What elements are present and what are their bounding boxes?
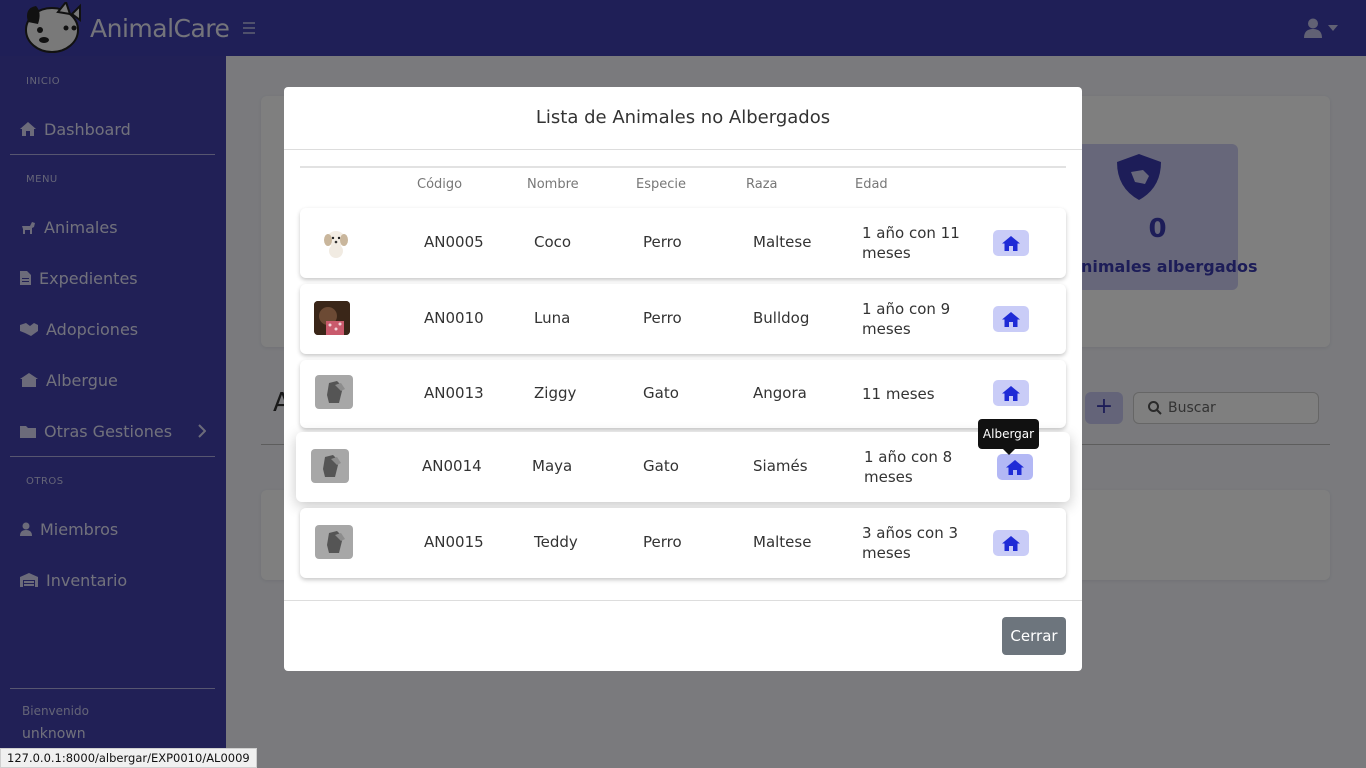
cell-edad: 1 año con 8 meses	[864, 447, 964, 487]
albergar-button[interactable]	[993, 306, 1029, 332]
table-row: AN0014 Maya Gato Siamés 1 año con 8 mese…	[296, 432, 1070, 502]
cell-edad: 1 año con 11 meses	[862, 223, 962, 263]
cell-especie: Perro	[643, 233, 682, 251]
table-head-divider	[300, 166, 1066, 168]
column-header-especie: Especie	[636, 177, 686, 192]
tooltip-arrow	[1003, 449, 1015, 455]
modal-header-divider	[284, 149, 1082, 150]
cell-raza: Siamés	[753, 457, 808, 475]
cell-edad-line1: 1 año con 9	[862, 300, 951, 318]
cell-edad-line1: 3 años con 3	[862, 524, 959, 542]
albergar-tooltip: Albergar	[978, 419, 1039, 449]
cell-codigo: AN0015	[424, 533, 484, 551]
modal-footer-divider	[284, 600, 1082, 601]
modal-title: Lista de Animales no Albergados	[535, 107, 831, 128]
cell-especie: Gato	[643, 384, 679, 402]
cell-nombre: Ziggy	[534, 384, 577, 402]
house-icon	[1002, 535, 1020, 551]
cell-edad-line2: meses	[862, 544, 911, 562]
cell-especie: Gato	[643, 457, 679, 475]
cell-codigo: AN0013	[424, 384, 484, 402]
cell-edad-line2: meses	[862, 320, 911, 338]
cell-edad: 1 año con 9 meses	[862, 299, 962, 339]
close-button[interactable]: Cerrar	[1002, 617, 1066, 655]
cell-raza: Maltese	[753, 533, 812, 551]
cell-especie: Perro	[643, 533, 682, 551]
cell-codigo: AN0010	[424, 309, 484, 327]
placeholder-pet-icon	[315, 525, 353, 559]
house-icon	[1002, 235, 1020, 251]
cell-raza: Bulldog	[753, 309, 810, 327]
cell-edad-line2: meses	[864, 468, 913, 486]
house-icon	[1002, 385, 1020, 401]
cell-nombre: Maya	[532, 457, 573, 475]
column-header-codigo: Código	[417, 177, 463, 192]
cell-edad-line2: meses	[862, 244, 911, 262]
table-row: AN0005 Coco Perro Maltese 1 año con 11 m…	[300, 208, 1066, 278]
albergar-button[interactable]	[997, 454, 1033, 480]
cell-edad: 11 meses	[862, 384, 962, 404]
placeholder-pet-icon	[315, 375, 353, 409]
cell-nombre: Luna	[534, 309, 571, 327]
cell-codigo: AN0005	[424, 233, 484, 251]
table-row: AN0010 Luna Perro Bulldog 1 año con 9 me…	[300, 284, 1066, 354]
cell-especie: Perro	[643, 309, 682, 327]
unsheltered-animals-modal: Lista de Animales no Albergados Código N…	[284, 87, 1082, 671]
table-row: AN0013 Ziggy Gato Angora 11 meses	[300, 360, 1066, 428]
cell-edad-line1: 1 año con 8	[864, 448, 953, 466]
table-row: AN0015 Teddy Perro Maltese 3 años con 3 …	[300, 508, 1066, 578]
cell-raza: Angora	[753, 384, 807, 402]
cell-codigo: AN0014	[422, 457, 482, 475]
albergar-button[interactable]	[993, 530, 1029, 556]
cell-edad-line1: 11 meses	[862, 385, 935, 403]
albergar-button[interactable]	[993, 380, 1029, 406]
puppy-photo	[316, 226, 354, 260]
dog-photo	[314, 301, 350, 335]
cell-raza: Maltese	[753, 233, 812, 251]
cell-nombre: Coco	[534, 233, 572, 251]
column-header-edad: Edad	[855, 177, 888, 192]
column-header-nombre: Nombre	[527, 177, 579, 192]
cell-nombre: Teddy	[534, 533, 578, 551]
house-icon	[1002, 311, 1020, 327]
placeholder-pet-icon	[311, 449, 349, 483]
house-icon	[1006, 459, 1024, 475]
cell-edad-line1: 1 año con 11	[862, 224, 960, 242]
albergar-button[interactable]	[993, 230, 1029, 256]
cell-edad: 3 años con 3 meses	[862, 523, 962, 563]
column-header-raza: Raza	[746, 177, 778, 192]
link-status-bar: 127.0.0.1:8000/albergar/EXP0010/AL0009	[0, 748, 257, 768]
